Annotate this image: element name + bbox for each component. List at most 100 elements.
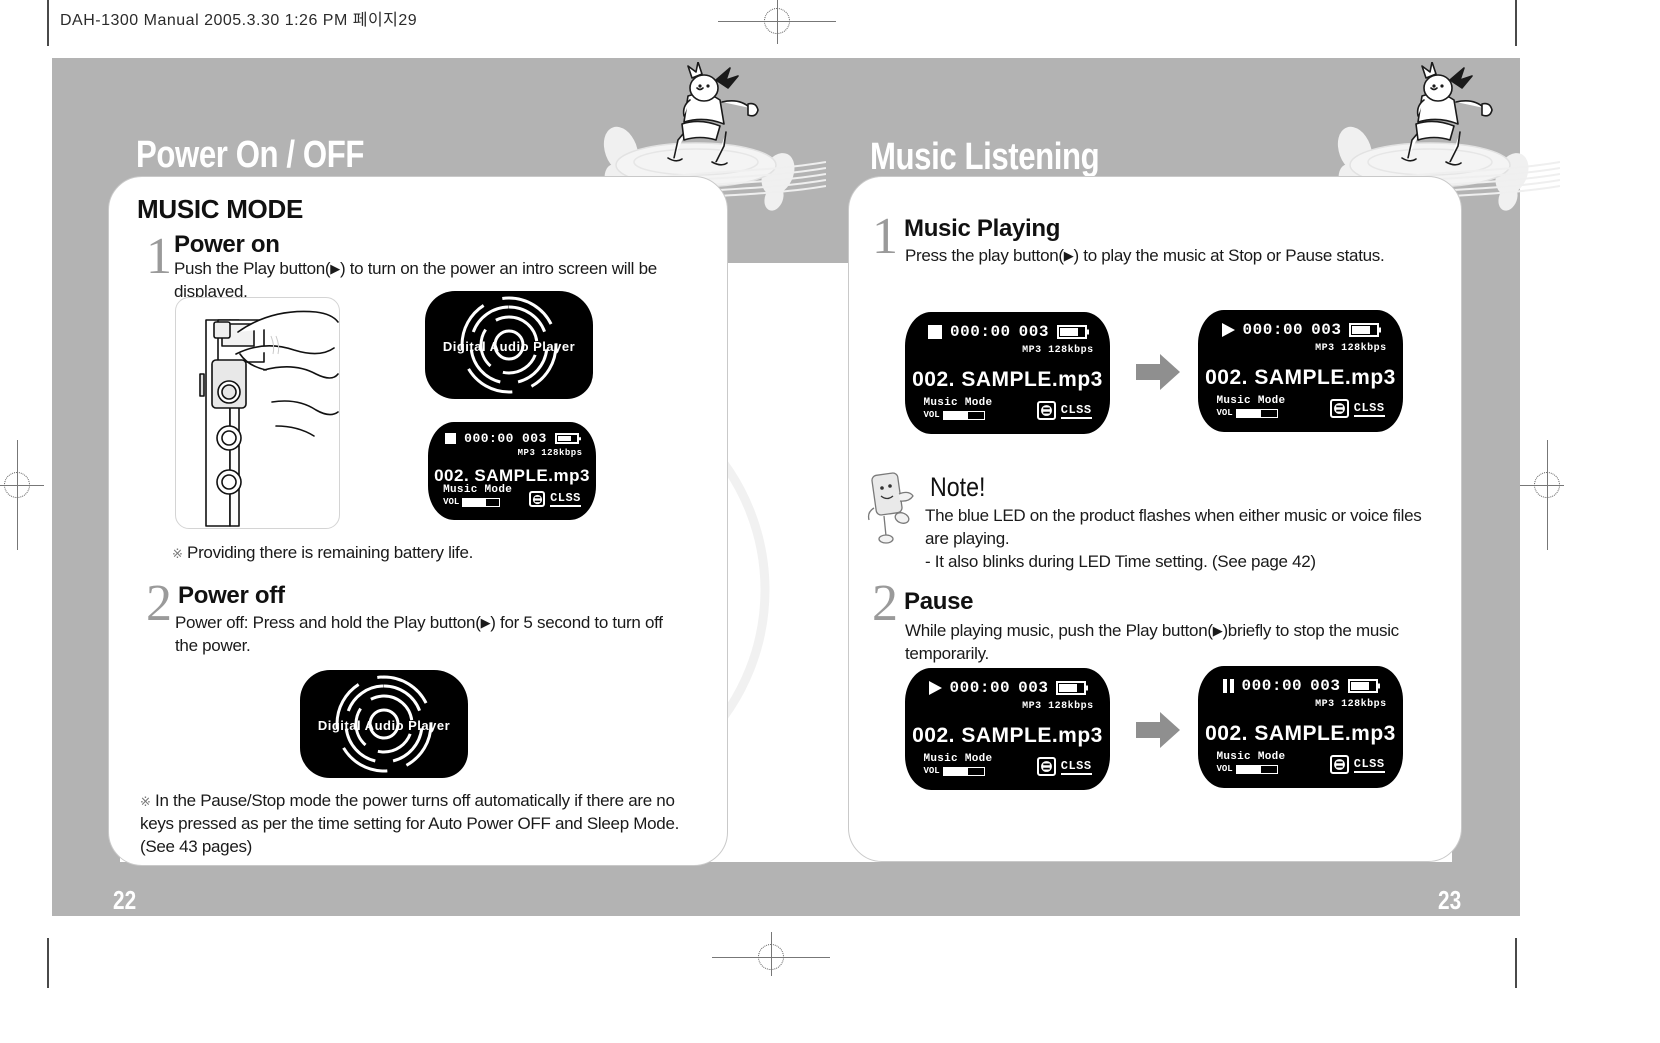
screen-c-eq-block: CLSS (1036, 757, 1092, 776)
left-status-eq-block: CLSS (529, 491, 581, 507)
right-step-2-body: While playing music, push the Play butto… (905, 620, 1450, 666)
volume-label: VOL (443, 497, 460, 507)
left-step-1-title: Power on (174, 231, 280, 258)
left-chapter-title: Power On / OFF (136, 134, 364, 176)
screen-a-time: 000:00 (950, 323, 1011, 341)
left-status-time: 000:00 (464, 431, 514, 446)
left-status-screen: 000:00 003 MP3 128kbps 002. SAMPLE.mp3 M… (428, 422, 596, 520)
screen-b-time: 000:00 (1242, 321, 1304, 339)
battery-icon (1349, 323, 1380, 337)
left-page-number: 22 (113, 885, 137, 915)
battery-icon (1056, 325, 1087, 339)
manual-page-spread: DAH-1300 Manual 2005.3.30 1:26 PM 페이지29 … (0, 0, 1660, 1043)
crop-mark-top-left (47, 0, 49, 46)
note-title: Note! (930, 472, 986, 502)
volume-label: VOL (1216, 408, 1233, 418)
play-icon: ▶ (480, 615, 491, 630)
pause-icon (1222, 679, 1234, 693)
intro-logo-screen: Digital Audio Player (425, 291, 593, 399)
intro-logo-label: Digital Audio Player (442, 339, 576, 354)
screen-b-eq: CLSS (1353, 400, 1385, 417)
battery-icon (554, 433, 579, 444)
left-footnote-2: ※ In the Pause/Stop mode the power turns… (140, 790, 700, 859)
screen-d-topbar: 000:00 003 (1198, 677, 1403, 695)
screen-c-filename: 002. SAMPLE.mp3 (912, 724, 1103, 747)
registration-line-left-v (17, 440, 18, 550)
right-step-1-number: 1 (872, 208, 898, 265)
screen-b-filename: 002. SAMPLE.mp3 (1205, 366, 1396, 389)
equalizer-icon (1329, 755, 1349, 774)
left-step-2-title: Power off (178, 582, 285, 609)
power-off-logo-label: Digital Audio Player (317, 718, 451, 733)
play-icon: ▶ (1212, 623, 1223, 638)
left-status-filename: 002. SAMPLE.mp3 (434, 466, 590, 485)
battery-icon (1056, 681, 1087, 695)
screen-d-mode: Music Mode (1216, 751, 1286, 763)
reference-mark-icon: ※ (172, 546, 183, 561)
equalizer-icon (1329, 399, 1349, 418)
left-step-2-body-pre: Power off: Press and hold the Play butto… (175, 613, 481, 632)
left-status-bottombar: Music Mode VOL CLSS (443, 484, 581, 507)
screen-c-track-number: 003 (1018, 679, 1049, 697)
left-step-2-body: Power off: Press and hold the Play butto… (175, 612, 675, 658)
registration-line-right-h (1520, 485, 1564, 486)
crop-mark-bottom-right (1515, 938, 1517, 988)
screen-c-topbar: 000:00 003 (905, 679, 1110, 697)
screen-d-bottombar: Music Mode VOL CLSS (1216, 751, 1385, 774)
left-status-eq: CLSS (550, 491, 581, 507)
power-off-logo-screen: Digital Audio Player (300, 670, 468, 778)
left-footnote-1: ※ Providing there is remaining battery l… (172, 542, 712, 565)
screen-d-mode-block: Music Mode VOL (1216, 751, 1285, 774)
right-step-1-title: Music Playing (904, 215, 1061, 242)
screen-a-volume-row: VOL (923, 410, 992, 420)
crop-mark-top-right (1515, 0, 1517, 46)
screen-b-eq-block: CLSS (1329, 399, 1385, 418)
screen-b-volume-row: VOL (1216, 408, 1285, 418)
crop-mark-bottom-left (47, 938, 49, 988)
right-page-right-rail (1452, 58, 1520, 916)
transition-arrow-row1 (1136, 352, 1180, 397)
screen-a-filename: 002. SAMPLE.mp3 (912, 368, 1103, 391)
left-status-track-number: 003 (521, 431, 547, 446)
left-status-mode-block: Music Mode VOL (443, 484, 512, 507)
screen-a-mode-block: Music Mode VOL (923, 397, 992, 420)
pause-screen-before: 000:00 003 MP3 128kbps 002. SAMPLE.mp3 M… (905, 668, 1110, 790)
left-step-1-number: 1 (146, 228, 172, 285)
volume-label: VOL (1216, 764, 1233, 774)
volume-bar (462, 497, 501, 507)
volume-label: VOL (923, 410, 940, 420)
screen-a-bottombar: Music Mode VOL CLSS (923, 397, 1092, 420)
music-mode-label: MUSIC MODE (137, 194, 304, 224)
left-footnote-1-text: Providing there is remaining battery lif… (187, 543, 474, 562)
note-line-2: - It also blinks during LED Time setting… (925, 552, 1316, 571)
pause-screen-after: 000:00 003 MP3 128kbps 002. SAMPLE.mp3 M… (1198, 666, 1403, 788)
scan-file-header: DAH-1300 Manual 2005.3.30 1:26 PM 페이지29 (60, 12, 418, 29)
left-status-mode: Music Mode (443, 484, 513, 496)
screen-b-topbar: 000:00 003 (1198, 321, 1403, 339)
battery-icon (1348, 679, 1379, 693)
screen-d-eq: CLSS (1353, 756, 1385, 773)
screen-c-codec: MP3 128kbps (1022, 701, 1094, 712)
registration-line-left-h (0, 485, 44, 486)
left-status-topbar: 000:00 003 (428, 431, 596, 446)
screen-a-topbar: 000:00 003 (905, 323, 1110, 341)
right-chapter-title: Music Listening (870, 136, 1100, 178)
power-on-illustration (175, 297, 340, 529)
transition-arrow-row2 (1136, 710, 1180, 755)
equalizer-icon (1036, 401, 1056, 420)
right-step-1-body: Press the play button(▶) to play the mus… (905, 245, 1445, 268)
right-page-number: 23 (1438, 885, 1462, 915)
right-step-2-number: 2 (872, 575, 898, 632)
volume-bar (1235, 764, 1278, 774)
stop-icon (928, 325, 943, 339)
left-footnote-2-text: In the Pause/Stop mode the power turns o… (140, 791, 680, 856)
play-icon (928, 681, 942, 695)
screen-a-eq: CLSS (1060, 402, 1092, 419)
screen-c-bottombar: Music Mode VOL CLSS (923, 753, 1092, 776)
registration-line-right-v (1547, 440, 1548, 550)
music-playing-screen-after: 000:00 003 MP3 128kbps 002. SAMPLE.mp3 M… (1198, 310, 1403, 432)
right-step-2-body-pre: While playing music, push the Play butto… (905, 621, 1213, 640)
screen-b-codec: MP3 128kbps (1315, 343, 1387, 354)
screen-c-time: 000:00 (949, 679, 1011, 697)
volume-bar (942, 410, 985, 420)
